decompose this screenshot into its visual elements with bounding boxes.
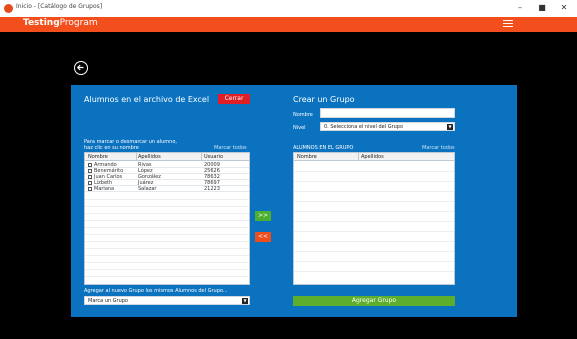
add-group-button[interactable]: Agregar Grupo xyxy=(293,296,455,306)
row-checkbox[interactable] xyxy=(88,181,92,185)
close-excel-button[interactable]: Cerrar xyxy=(218,94,250,104)
window-title: Inicio - [Catálogo de Grupos] xyxy=(16,3,103,10)
window-titlebar: Inicio - [Catálogo de Grupos] – ■ ✕ xyxy=(0,0,577,17)
group-name-input[interactable] xyxy=(320,108,455,118)
brand-bold: Testing xyxy=(23,18,60,28)
app-brand: TestingProgram xyxy=(23,18,98,28)
source-group-select[interactable]: Marca un Grupo ▼ xyxy=(84,296,250,305)
column-header[interactable]: Apellidos xyxy=(361,154,384,160)
level-label: Nivel xyxy=(293,125,306,131)
app-header: TestingProgram xyxy=(0,17,577,32)
move-left-button[interactable]: << xyxy=(255,232,271,242)
table-header: Nombre Apellidos xyxy=(294,153,454,161)
row-checkbox[interactable] xyxy=(88,169,92,173)
brand-rest: Program xyxy=(59,18,98,28)
row-checkbox[interactable] xyxy=(88,187,92,191)
group-students-table: Nombre Apellidos xyxy=(293,152,455,285)
chevron-down-icon: ▼ xyxy=(447,124,453,130)
chevron-down-icon: ▼ xyxy=(242,298,248,304)
excel-students-title: Alumnos en el archivo de Excel xyxy=(84,95,210,104)
create-group-title: Crear un Grupo xyxy=(293,95,355,104)
cell-name: Mariana xyxy=(94,186,115,192)
cell-user: 21223 xyxy=(204,186,220,192)
table-row[interactable]: Mariana Salazar 21223 xyxy=(85,186,249,192)
left-mark-all-link[interactable]: Marcar todos xyxy=(214,145,247,151)
groups-panel: Alumnos en el archivo de Excel Cerrar Pa… xyxy=(71,85,517,317)
move-right-button[interactable]: >> xyxy=(255,211,271,221)
name-label: Nombre xyxy=(293,112,313,118)
column-header[interactable]: Nombre xyxy=(88,154,108,160)
hint-line-2: haz clic en su nombre xyxy=(84,145,139,151)
row-checkbox[interactable] xyxy=(88,175,92,179)
row-checkbox[interactable] xyxy=(88,163,92,167)
source-group-value: Marca un Grupo xyxy=(88,298,128,304)
close-window-button[interactable]: ✕ xyxy=(558,2,570,14)
minimize-button[interactable]: – xyxy=(514,2,526,14)
app-icon xyxy=(4,4,13,13)
column-header[interactable]: Apellidos xyxy=(138,154,161,160)
group-level-select[interactable]: 0. Selecciona el nivel del Grupo ▼ xyxy=(320,122,455,131)
table-header: Nombre Apellidos Usuario xyxy=(85,153,249,161)
add-same-students-label: Agregar al nuevo Grupo los mismos Alumno… xyxy=(84,288,228,294)
group-level-value: 0. Selecciona el nivel del Grupo xyxy=(324,124,404,130)
back-arrow-icon[interactable] xyxy=(74,61,88,75)
cell-lastname: Salazar xyxy=(138,186,157,192)
right-mark-all-link[interactable]: Marcar todos xyxy=(422,145,455,151)
hamburger-menu-icon[interactable] xyxy=(503,20,513,29)
column-header[interactable]: Usuario xyxy=(204,154,223,160)
maximize-button[interactable]: ■ xyxy=(536,2,548,14)
group-students-label: ALUMNOS EN EL GRUPO xyxy=(293,145,354,151)
column-header[interactable]: Nombre xyxy=(297,154,317,160)
excel-students-table: Nombre Apellidos Usuario Armando Rivas 2… xyxy=(84,152,250,285)
